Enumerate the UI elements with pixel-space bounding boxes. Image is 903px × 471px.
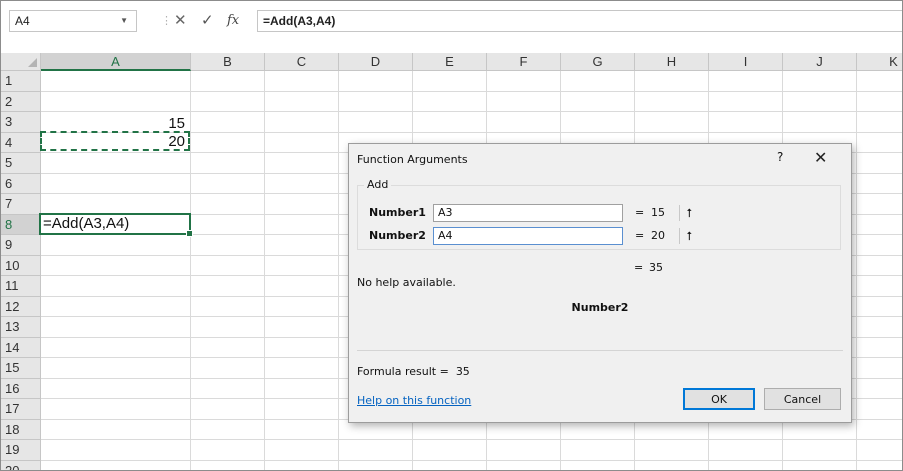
column-header-j[interactable]: J (783, 53, 857, 71)
row-header-14[interactable]: 14 (1, 337, 41, 358)
fill-handle[interactable] (186, 230, 193, 237)
chevron-down-icon[interactable]: ▼ (120, 11, 128, 31)
function-result-equals: = (634, 261, 644, 274)
row-header-18[interactable]: 18 (1, 419, 41, 440)
function-arguments-dialog: Function Arguments ? ✕ Add Number1 A3 ⭡ … (348, 143, 852, 423)
row-header-10[interactable]: 10 (1, 255, 41, 276)
row-header-19[interactable]: 19 (1, 440, 41, 461)
active-cell-a8[interactable]: =Add(A3,A4) (39, 213, 193, 237)
row-gridline (41, 439, 902, 440)
column-header-e[interactable]: E (413, 53, 487, 71)
enter-entry-icon[interactable]: ✓ (201, 10, 214, 32)
current-argument-name: Number2 (571, 301, 629, 314)
row-gridline (41, 91, 902, 92)
arg-number2-result: 20 (651, 229, 665, 242)
column-header-a[interactable]: A (41, 53, 191, 71)
cell-a8-text: =Add(A3,A4) (43, 215, 130, 232)
close-icon[interactable]: ✕ (814, 148, 827, 167)
row-gridline (41, 111, 902, 112)
select-all-button[interactable] (1, 53, 41, 71)
function-group: Add Number1 A3 ⭡ = 15 Number2 A4 ⭡ = 20 (357, 178, 841, 250)
column-header-d[interactable]: D (339, 53, 413, 71)
collapse-dialog-icon[interactable]: ⭡ (679, 205, 699, 221)
row-header-4[interactable]: 4 (1, 132, 41, 153)
arg-number1-input[interactable]: A3 ⭡ (433, 204, 692, 222)
ok-button[interactable]: OK (683, 388, 755, 410)
formula-input[interactable]: =Add(A3,A4) (257, 10, 902, 32)
row-header-11[interactable]: 11 (1, 276, 41, 297)
function-result-value: 35 (649, 261, 663, 274)
column-gridline (190, 71, 191, 470)
help-on-function-link[interactable]: Help on this function (357, 394, 471, 407)
column-header-b[interactable]: B (191, 53, 265, 71)
arg-number1-result: 15 (651, 206, 665, 219)
cancel-entry-icon[interactable]: ✕ (174, 10, 187, 32)
formula-result-label: Formula result = (357, 365, 449, 378)
arg-number2-value: A4 (438, 229, 453, 242)
arg-number1-label: Number1 (369, 206, 426, 219)
row-header-1[interactable]: 1 (1, 71, 41, 92)
row-header-9[interactable]: 9 (1, 235, 41, 256)
row-header-15[interactable]: 15 (1, 358, 41, 379)
row-header-20[interactable]: 20 (1, 460, 41, 470)
row-header-13[interactable]: 13 (1, 317, 41, 338)
row-header-6[interactable]: 6 (1, 173, 41, 194)
arg-number2-equals: = (635, 229, 645, 242)
column-header-c[interactable]: C (265, 53, 339, 71)
row-header-3[interactable]: 3 (1, 112, 41, 133)
excel-window: A4 ▼ ⋮ ✕ ✓ fx =Add(A3,A4) ABCDEFGHIJK 12… (0, 0, 903, 471)
column-gridline (264, 71, 265, 470)
column-header-f[interactable]: F (487, 53, 561, 71)
column-header-g[interactable]: G (561, 53, 635, 71)
formula-bar: A4 ▼ ⋮ ✕ ✓ fx =Add(A3,A4) (1, 1, 902, 37)
arg-number2-input[interactable]: A4 ⭡ (433, 227, 692, 245)
arg-number1-value: A3 (438, 206, 453, 219)
help-icon[interactable]: ? (777, 150, 783, 164)
function-help-text: No help available. (357, 276, 456, 289)
formula-bar-grip-icon: ⋮ (161, 15, 172, 27)
formula-result-value: 35 (455, 365, 470, 378)
row-header-17[interactable]: 17 (1, 399, 41, 420)
row-header-16[interactable]: 16 (1, 378, 41, 399)
cancel-button[interactable]: Cancel (764, 388, 841, 410)
name-box[interactable]: A4 ▼ (9, 10, 137, 32)
row-gridline (41, 460, 902, 461)
row-header-7[interactable]: 7 (1, 194, 41, 215)
arg-number1-equals: = (635, 206, 645, 219)
arg-number2-label: Number2 (369, 229, 426, 242)
column-gridline (856, 71, 857, 470)
row-header-5[interactable]: 5 (1, 153, 41, 174)
column-header-i[interactable]: I (709, 53, 783, 71)
collapse-dialog-icon[interactable]: ⭡ (679, 228, 699, 244)
column-gridline (338, 71, 339, 470)
name-box-value: A4 (15, 14, 30, 28)
row-header-2[interactable]: 2 (1, 91, 41, 112)
dialog-divider (357, 350, 843, 351)
row-header-12[interactable]: 12 (1, 296, 41, 317)
function-name-label: Add (364, 178, 392, 191)
column-header-h[interactable]: H (635, 53, 709, 71)
insert-function-icon[interactable]: fx (227, 10, 239, 32)
formula-result: Formula result = 35 (357, 365, 470, 378)
select-all-triangle-icon (28, 58, 37, 67)
row-header-8[interactable]: 8 (1, 214, 41, 235)
column-header-k[interactable]: K (857, 53, 902, 71)
dialog-title: Function Arguments (357, 153, 468, 166)
copy-marquee-a4 (40, 131, 190, 151)
